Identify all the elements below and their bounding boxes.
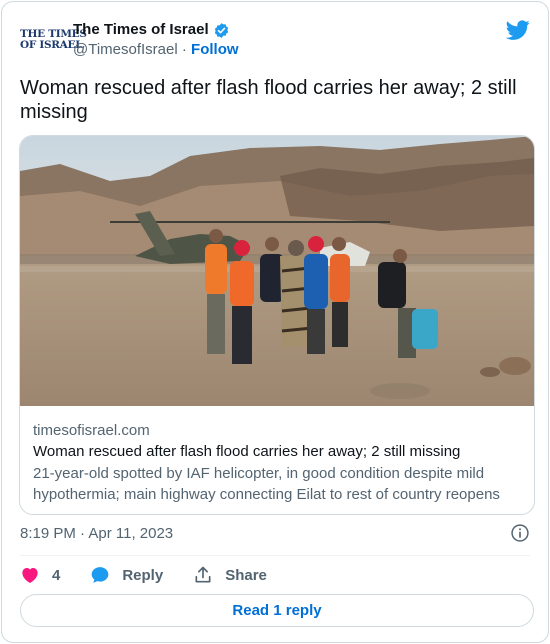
share-icon [195,566,211,583]
account-handle[interactable]: @TimesofIsrael [73,41,178,58]
tweet-header: THE TIMES OF ISRAEL The Times of Israel … [20,18,532,62]
link-description: 21-year-old spotted by IAF helicopter, i… [33,465,500,503]
link-preview-card[interactable]: timesofisrael.com Woman rescued after fl… [19,135,535,515]
share-label: Share [225,566,267,584]
account-logo[interactable]: THE TIMES OF ISRAEL [20,20,87,60]
link-title: Woman rescued after flash flood carries … [33,443,461,460]
reply-label: Reply [122,566,164,584]
account-identity: The Times of Israel @TimesofIsrael · Fol… [73,20,239,60]
link-domain: timesofisrael.com [33,422,150,439]
reply-button[interactable]: Reply [90,565,163,585]
info-icon[interactable] [510,523,530,543]
share-button[interactable]: Share [193,565,267,585]
follow-link[interactable]: Follow [191,41,239,58]
like-count: 4 [52,566,61,584]
like-button[interactable]: 4 [20,565,60,585]
divider [20,555,530,556]
tweet-actions: 4 Reply Share [20,563,297,587]
account-name[interactable]: The Times of Israel [73,20,209,40]
logo-line-2: OF ISRAEL [20,39,83,51]
handle-separator: · [177,41,192,58]
verified-badge-icon [214,22,228,38]
article-photo [20,136,534,406]
tweet-text: Woman rescued after flash flood carries … [20,77,517,123]
read-replies-button[interactable]: Read 1 reply [20,594,534,627]
heart-icon [22,567,38,583]
tweet-card: THE TIMES OF ISRAEL The Times of Israel … [1,1,549,643]
reply-bubble-icon [92,567,109,583]
tweet-timestamp[interactable]: 8:19 PM · Apr 11, 2023 [20,524,173,544]
twitter-bird-icon[interactable] [506,18,530,42]
